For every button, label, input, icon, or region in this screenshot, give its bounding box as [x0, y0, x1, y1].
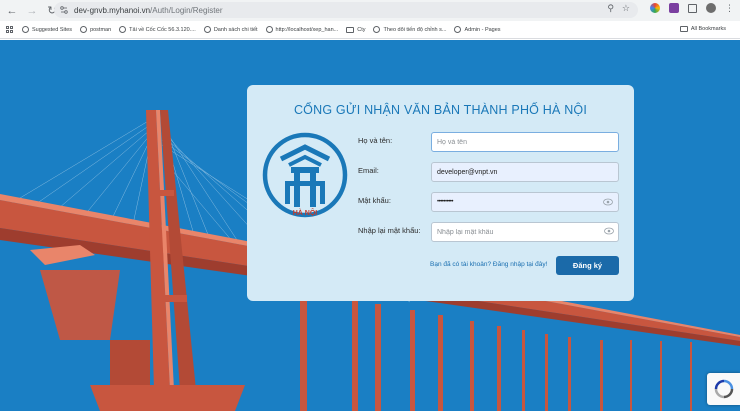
color-extension-icon[interactable]	[650, 3, 660, 13]
site-settings-icon[interactable]	[60, 6, 68, 14]
globe-icon	[203, 26, 211, 33]
bookmark-label: Suggested Sites	[32, 26, 73, 33]
star-icon[interactable]: ☆	[622, 3, 630, 14]
url-host: dev-gnvb.myhanoi.vn	[74, 5, 151, 15]
url-text: dev-gnvb.myhanoi.vn/Auth/Login/Register	[74, 6, 223, 15]
folder-icon	[679, 26, 688, 32]
password-input[interactable]: ••••••••••	[431, 192, 619, 212]
bookmark-item[interactable]: http://localhost/xep_han...	[265, 26, 339, 33]
bookmark-item[interactable]: Danh sách chi tiết	[203, 26, 258, 33]
folder-icon	[346, 26, 355, 33]
bookmark-folder[interactable]: Cty	[346, 26, 366, 33]
url-path: /Auth/Login/Register	[150, 5, 223, 15]
globe-icon	[119, 26, 127, 33]
profile-avatar[interactable]	[706, 3, 716, 13]
globe-icon	[80, 26, 88, 33]
email-value: developer@vnpt.vn	[437, 168, 498, 176]
name-label: Họ và tên:	[358, 136, 393, 145]
bookmark-label: Admin - Pages	[464, 26, 501, 33]
bookmark-label: http://localhost/xep_han...	[275, 26, 339, 33]
browser-toolbar: ← → ↻ dev-gnvb.myhanoi.vn/Auth/Login/Reg…	[0, 0, 740, 21]
forward-icon[interactable]: →	[24, 3, 40, 19]
globe-icon	[373, 26, 381, 33]
hanoi-logo: HÀ NỘI	[262, 132, 348, 218]
password-value: ••••••••••	[437, 199, 454, 205]
bookmark-label: Cty	[357, 26, 366, 33]
email-input[interactable]: developer@vnpt.vn	[431, 162, 619, 182]
login-link[interactable]: Bạn đã có tài khoản? Đăng nhập tại đây!	[430, 261, 547, 268]
bookmark-item[interactable]: Admin - Pages	[454, 26, 501, 33]
extension-icon[interactable]	[669, 3, 679, 13]
back-icon[interactable]: ←	[4, 3, 20, 19]
email-label: Email:	[358, 166, 379, 175]
page-title: CỔNG GỬI NHẬN VĂN BẢN THÀNH PHỐ HÀ NỘI	[293, 103, 588, 117]
register-button[interactable]: Đăng ký	[556, 256, 619, 275]
register-card: CỔNG GỬI NHẬN VĂN BẢN THÀNH PHỐ HÀ NỘI H…	[247, 85, 634, 301]
bookmark-label: Tải về Cốc Cốc 56.3.120....	[129, 26, 196, 33]
all-bookmarks-button[interactable]: All Bookmarks	[679, 26, 726, 32]
apps-icon[interactable]	[6, 25, 14, 34]
bookmark-item[interactable]: Suggested Sites	[22, 26, 72, 33]
show-password-icon[interactable]	[603, 198, 613, 206]
bookmarks-bar: Suggested Sites postman Tải về Cốc Cốc 5…	[0, 21, 740, 39]
svg-text:HÀ NỘI: HÀ NỘI	[293, 208, 318, 217]
globe-icon	[265, 26, 273, 33]
menu-icon[interactable]: ⋮	[725, 4, 734, 13]
bookmark-label: postman	[90, 26, 112, 33]
recaptcha-badge[interactable]	[707, 373, 740, 405]
recaptcha-icon	[714, 379, 733, 399]
confirm-password-label: Nhập lại mật khẩu:	[358, 226, 421, 235]
page-background: CỔNG GỬI NHẬN VĂN BẢN THÀNH PHỐ HÀ NỘI H…	[0, 40, 740, 411]
globe-icon	[454, 26, 462, 33]
puzzle-icon[interactable]	[688, 3, 697, 13]
key-icon[interactable]: ⚲	[607, 3, 614, 14]
globe-icon	[22, 26, 29, 33]
bookmark-label: Theo dõi tiến độ chỉnh s...	[383, 26, 447, 33]
confirm-password-wrapper	[431, 222, 619, 242]
bookmark-label: Danh sách chi tiết	[213, 26, 258, 33]
password-label: Mật khẩu:	[358, 196, 391, 205]
bookmark-item[interactable]: postman	[80, 26, 111, 33]
address-bar[interactable]: dev-gnvb.myhanoi.vn/Auth/Login/Register …	[54, 2, 638, 18]
bookmark-item[interactable]: Tải về Cốc Cốc 56.3.120....	[119, 26, 196, 33]
show-confirm-password-icon[interactable]	[604, 227, 614, 235]
all-bookmarks-label: All Bookmarks	[690, 26, 726, 32]
bookmark-item[interactable]: Theo dõi tiến độ chỉnh s...	[373, 26, 446, 33]
confirm-password-input[interactable]	[431, 222, 619, 242]
name-input[interactable]	[431, 132, 619, 152]
